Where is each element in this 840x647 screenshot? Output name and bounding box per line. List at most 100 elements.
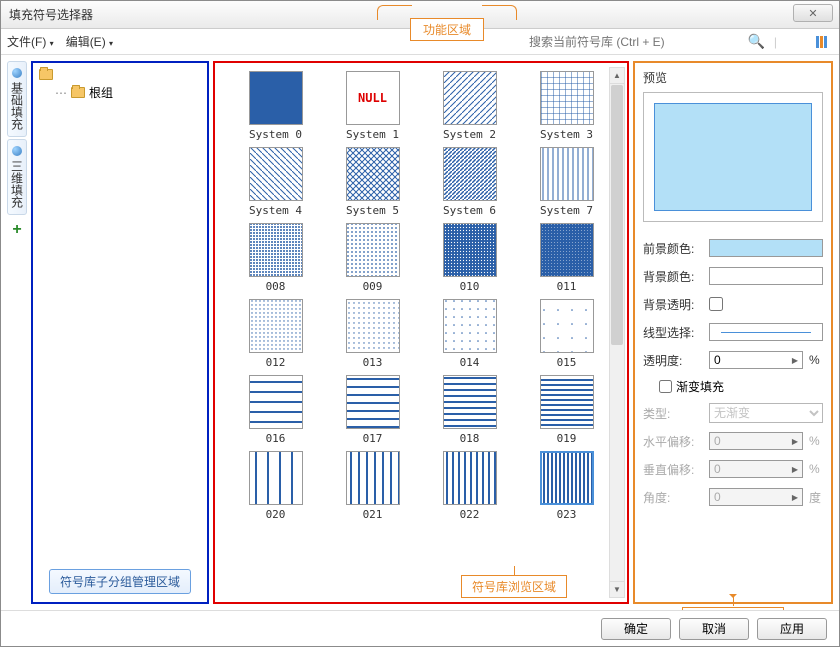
symbol-thumb[interactable]: 017 [328,375,417,445]
footer: 确定 取消 应用 [1,610,839,646]
layout-config-icon[interactable] [816,36,827,48]
sphere-icon [12,146,22,156]
symbol-thumb[interactable]: System 7 [522,147,611,217]
symbol-label: System 1 [346,128,399,141]
symbol-label: 014 [460,356,480,369]
angle-input: 0▶ [709,488,803,506]
settings-panel: 预览 前景颜色: 背景颜色: 背景透明: 线型选择: 透明度: [633,61,833,604]
symbol-thumb[interactable]: 012 [231,299,320,369]
ok-button[interactable]: 确定 [601,618,671,640]
symbol-thumb[interactable]: 022 [425,451,514,521]
gradient-checkbox[interactable] [659,380,672,393]
row-h-offset: 水平偏移: 0▶ % [643,429,823,453]
symbol-label: 016 [266,432,286,445]
opacity-input[interactable]: 0▶ [709,351,803,369]
scroll-down-icon[interactable]: ▼ [610,581,624,597]
search-icon[interactable]: 🔍 [748,33,765,50]
symbol-thumb[interactable]: System 0 [231,71,320,141]
row-angle: 角度: 0▶ 度 [643,485,823,509]
menu-file[interactable]: 文件(F) ▾ [7,33,54,50]
background-color-picker[interactable] [709,267,823,285]
symbol-thumb[interactable]: 023 [522,451,611,521]
folder-icon [71,87,85,98]
symbol-thumb[interactable]: 010 [425,223,514,293]
symbol-thumb[interactable]: 008 [231,223,320,293]
symbol-preview [249,299,303,353]
symbol-preview [443,451,497,505]
cancel-button[interactable]: 取消 [679,618,749,640]
symbol-preview [249,147,303,201]
symbol-thumb[interactable]: NULL System 1 [328,71,417,141]
symbol-preview: NULL [346,71,400,125]
window-title: 填充符号选择器 [9,6,93,23]
tree-panel: ⋯ 根组 符号库子分组管理区域 [31,61,209,604]
vtab-basic-fill[interactable]: 基础填充 [7,61,27,137]
symbol-thumb[interactable]: 013 [328,299,417,369]
symbol-thumb[interactable]: 019 [522,375,611,445]
symbol-label: 012 [266,356,286,369]
symbol-label: 013 [363,356,383,369]
tree-root-folder[interactable] [37,67,203,82]
symbol-label: 018 [460,432,480,445]
symbol-label: System 3 [540,128,593,141]
search-input[interactable] [529,32,779,52]
symbol-thumb[interactable]: 020 [231,451,320,521]
symbol-preview [540,451,594,505]
close-button[interactable]: ✕ [793,4,833,22]
callout-tree-area: 符号库子分组管理区域 [49,569,191,594]
symbol-preview [443,375,497,429]
vertical-tabs: 基础填充 三维填充 + [7,61,27,604]
foreground-color-picker[interactable] [709,239,823,257]
preview-swatch [654,103,812,211]
scroll-up-icon[interactable]: ▲ [610,68,624,84]
apply-button[interactable]: 应用 [757,618,827,640]
h-offset-input: 0▶ [709,432,803,450]
row-background: 背景颜色: [643,264,823,288]
symbol-preview [540,71,594,125]
symbol-label: 010 [460,280,480,293]
vtab-3d-fill[interactable]: 三维填充 [7,139,27,215]
symbol-preview [249,375,303,429]
tree-item-root-group[interactable]: ⋯ 根组 [37,82,203,103]
symbol-label: 020 [266,508,286,521]
callout-settings-area: 符号设置区域 [682,607,784,610]
symbol-preview [540,223,594,277]
line-type-picker[interactable] [709,323,823,341]
scrollbar[interactable]: ▲ ▼ [609,67,625,598]
symbol-thumb[interactable]: System 3 [522,71,611,141]
v-offset-input: 0▶ [709,460,803,478]
add-tab-button[interactable]: + [7,221,27,239]
symbol-thumb[interactable]: System 4 [231,147,320,217]
row-line-type: 线型选择: [643,320,823,344]
symbol-label: System 4 [249,204,302,217]
symbol-thumb[interactable]: 021 [328,451,417,521]
symbol-thumb[interactable]: System 5 [328,147,417,217]
row-gradient-type: 类型: 无渐变 [643,401,823,425]
symbol-label: 015 [557,356,577,369]
symbol-thumb[interactable]: 015 [522,299,611,369]
gradient-type-select: 无渐变 [709,403,823,423]
symbol-thumb[interactable]: System 6 [425,147,514,217]
symbol-thumb[interactable]: 014 [425,299,514,369]
symbol-thumb[interactable]: 009 [328,223,417,293]
symbol-label: 011 [557,280,577,293]
symbol-preview [249,451,303,505]
symbol-label: 021 [363,508,383,521]
symbol-thumb[interactable]: System 2 [425,71,514,141]
bg-transparent-checkbox[interactable] [709,297,723,311]
symbol-thumb[interactable]: 018 [425,375,514,445]
sphere-icon [12,68,22,78]
row-opacity: 透明度: 0▶ % [643,348,823,372]
symbol-label: 009 [363,280,383,293]
menu-edit[interactable]: 编辑(E) ▾ [66,33,113,50]
symbol-thumb[interactable]: 011 [522,223,611,293]
row-foreground: 前景颜色: [643,236,823,260]
row-v-offset: 垂直偏移: 0▶ % [643,457,823,481]
symbol-preview [249,71,303,125]
symbol-thumb[interactable]: 016 [231,375,320,445]
dialog-window: 填充符号选择器 ✕ 功能区域 文件(F) ▾ 编辑(E) ▾ 🔍 | 基础填充 … [0,0,840,647]
symbol-preview [443,223,497,277]
symbol-preview [443,147,497,201]
symbol-label: System 6 [443,204,496,217]
scroll-thumb[interactable] [611,85,623,345]
